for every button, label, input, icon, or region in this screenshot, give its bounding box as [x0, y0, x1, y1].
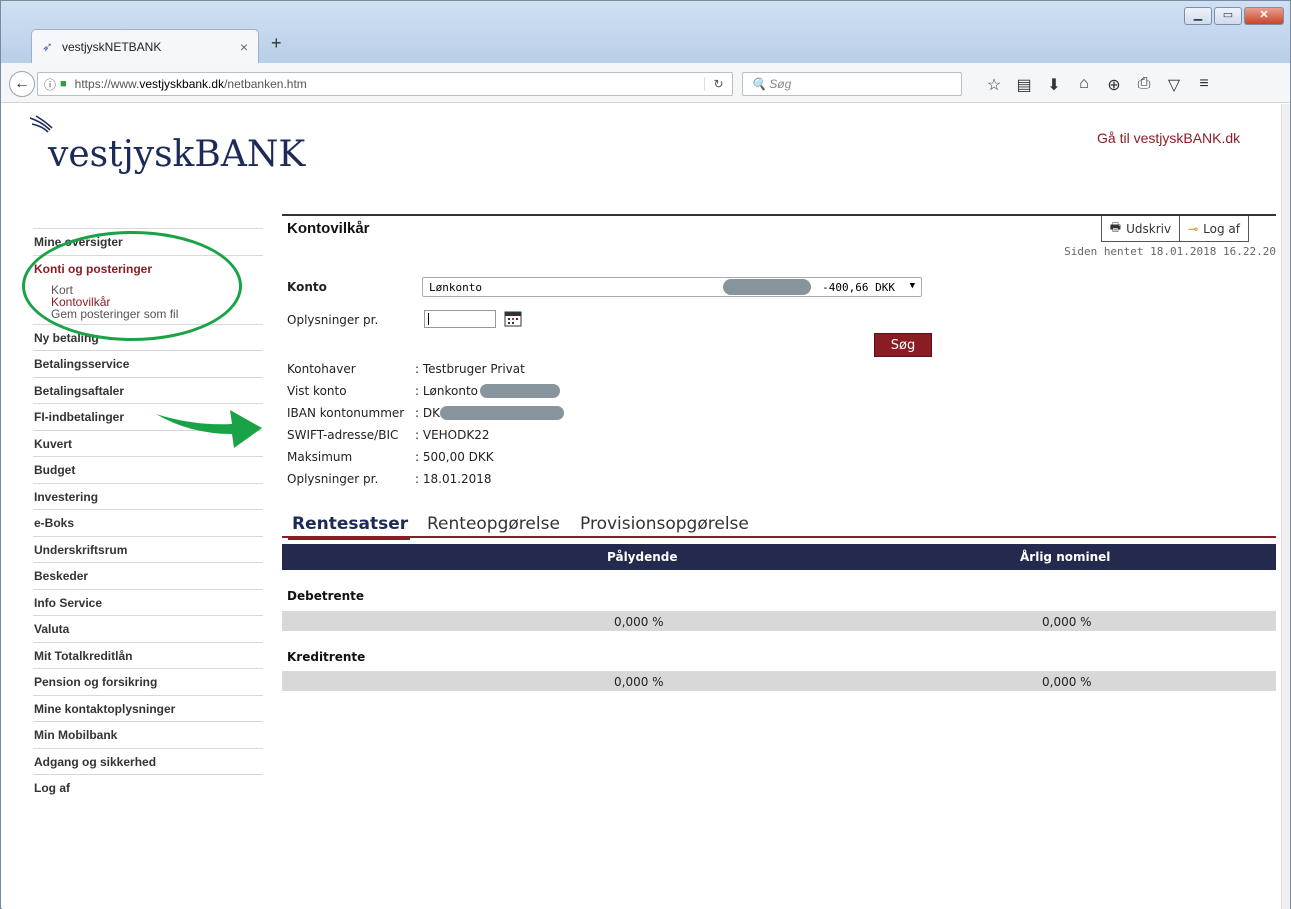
lock-icon[interactable]: ■ [60, 78, 67, 90]
sidebar-item-investering[interactable]: Investering [33, 482, 263, 510]
calendar-icon[interactable] [504, 310, 522, 327]
redacted-account [723, 279, 811, 295]
info-row: SWIFT-adresse/BIC: VEHODK22 [287, 428, 490, 442]
sidebar-item-konti-og-posteringer[interactable]: Konti og posteringer [34, 262, 263, 276]
menu-icon[interactable]: ≡ [1189, 75, 1219, 95]
sidebar-item-ny-betaling[interactable]: Ny betaling [33, 323, 263, 351]
tab-bar: Rentesatser Renteopgørelse Provisionsopg… [282, 512, 1276, 540]
info-row: Kontohaver: Testbruger Privat [287, 362, 525, 376]
main-title-bar: Kontovilkår 🖶 Udskriv ⊸ Log af [282, 214, 1276, 242]
redacted-number [480, 384, 561, 398]
info-row: Maksimum: 500,00 DKK [287, 450, 494, 464]
browser-window: ➶ vestjyskNETBANK × + ▁ ▭ ✕ ← ⓘ ■ https:… [0, 0, 1291, 909]
sidebar-item-mine-oversigter[interactable]: Mine oversigter [33, 228, 263, 255]
info-row: Vist konto: Lønkonto [287, 384, 561, 406]
minimize-icon[interactable]: ▁ [1184, 7, 1212, 25]
sidebar-subitem-kontovilkar[interactable]: Kontovilkår [34, 296, 263, 308]
reading-list-icon[interactable]: ▤ [1009, 75, 1039, 95]
sidebar-subitem-kort[interactable]: Kort [34, 284, 263, 296]
home-icon[interactable]: ⌂ [1069, 75, 1099, 95]
col-palydende: Pålydende [607, 550, 678, 564]
close-window-icon[interactable]: ✕ [1244, 7, 1284, 25]
pocket-icon[interactable]: ▽ [1159, 75, 1189, 95]
url-text: https://www.vestjyskbank.dk/netbanken.ht… [74, 77, 307, 91]
table-row: 0,000 % 0,000 % [282, 671, 1276, 691]
redacted-iban [439, 406, 564, 420]
konto-select[interactable]: Lønkonto -400,66 DKK ▼ [422, 277, 922, 297]
title-bar: ➶ vestjyskNETBANK × + ▁ ▭ ✕ [1, 1, 1290, 63]
page-content: vestjyskBANK Gå til vestjyskBANK.dk Mine… [2, 104, 1282, 909]
sidebar-item-underskriftsrum[interactable]: Underskriftsrum [33, 535, 263, 563]
sidebar: Mine oversigter Konti og posteringer Kor… [33, 228, 263, 801]
new-tab-icon[interactable]: + [271, 33, 282, 54]
sidebar-item-budget[interactable]: Budget [33, 456, 263, 483]
search-input[interactable]: 🔍 Søg [742, 72, 962, 96]
sidebar-item-betalingsservice[interactable]: Betalingsservice [33, 350, 263, 377]
url-bar[interactable]: ⓘ ■ https://www.vestjyskbank.dk/netbanke… [37, 72, 733, 96]
bird-favicon-icon: ➶ [42, 38, 53, 54]
tab-rentesatser[interactable]: Rentesatser [287, 514, 411, 540]
reload-icon[interactable]: ↻ [704, 77, 732, 91]
table-row: 0,000 % 0,000 % [282, 611, 1276, 631]
tab-provisionsopgorelse[interactable]: Provisionsopgørelse [580, 514, 749, 534]
key-icon: ⊸ [1188, 221, 1199, 236]
tab-renteopgorelse[interactable]: Renteopgørelse [427, 514, 560, 534]
search-button[interactable]: Søg [874, 333, 932, 357]
close-tab-icon[interactable]: × [240, 39, 248, 55]
sidebar-item-valuta[interactable]: Valuta [33, 615, 263, 642]
goto-site-link[interactable]: Gå til vestjyskBANK.dk [1097, 130, 1240, 146]
section-debetrente: Debetrente [287, 589, 365, 603]
sidebar-item-totalkreditlan[interactable]: Mit Totalkreditlån [33, 641, 263, 669]
back-icon[interactable]: ← [9, 71, 35, 97]
browser-tab[interactable]: ➶ vestjyskNETBANK × [31, 29, 259, 63]
date-input[interactable] [424, 310, 496, 328]
account-info: Kontohaver: Testbruger Privat Vist konto… [287, 362, 564, 494]
konto-label: Konto [287, 280, 327, 294]
tab-title: vestjyskNETBANK [62, 39, 162, 54]
extension-icon[interactable]: ⊕ [1099, 75, 1129, 95]
nav-bar: ← ⓘ ■ https://www.vestjyskbank.dk/netban… [1, 63, 1290, 103]
col-arlig-nominel: Årlig nominel [1020, 550, 1111, 564]
sidebar-item-e-boks[interactable]: e-Boks [33, 509, 263, 536]
maximize-icon[interactable]: ▭ [1214, 7, 1242, 25]
oplysninger-label: Oplysninger pr. [287, 313, 379, 327]
info-row: Oplysninger pr.: 18.01.2018 [287, 472, 492, 486]
download-icon[interactable]: ⬇ [1039, 75, 1069, 95]
table-header: Pålydende Årlig nominel [282, 544, 1276, 570]
chevron-down-icon: ▼ [909, 281, 915, 291]
logo-wordmark: vestjyskBANK [48, 134, 306, 175]
annotation-arrow-icon [156, 410, 262, 448]
sidebar-group-konti: Konti og posteringer Kort Kontovilkår Ge… [33, 254, 263, 324]
sidebar-item-log-af[interactable]: Log af [33, 774, 263, 801]
scrollbar[interactable] [1281, 104, 1290, 909]
sidebar-item-pension[interactable]: Pension og forsikring [33, 668, 263, 695]
logout-button[interactable]: ⊸ Log af [1180, 216, 1249, 242]
sidebar-item-adgang[interactable]: Adgang og sikkerhed [33, 747, 263, 775]
section-kreditrente: Kreditrente [287, 650, 366, 664]
sidebar-subitem-gem-posteringer[interactable]: Gem posteringer som fil [34, 308, 263, 320]
info-icon[interactable]: ⓘ [44, 76, 56, 93]
sidebar-item-kontaktoplysninger[interactable]: Mine kontaktoplysninger [33, 694, 263, 722]
print-toolbar-icon[interactable]: ⎙ [1129, 75, 1159, 95]
bookmark-star-icon[interactable]: ☆ [979, 75, 1009, 95]
sidebar-item-info-service[interactable]: Info Service [33, 588, 263, 616]
printer-icon: 🖶 [1109, 220, 1122, 234]
info-row: IBAN kontonummer: DK [287, 406, 564, 428]
sidebar-item-beskeder[interactable]: Beskeder [33, 562, 263, 589]
print-button[interactable]: 🖶 Udskriv [1100, 216, 1181, 242]
fetched-timestamp: Siden hentet 18.01.2018 16.22.20 [1064, 245, 1276, 258]
page-title: Kontovilkår [287, 220, 370, 237]
sidebar-item-mobilbank[interactable]: Min Mobilbank [33, 721, 263, 748]
